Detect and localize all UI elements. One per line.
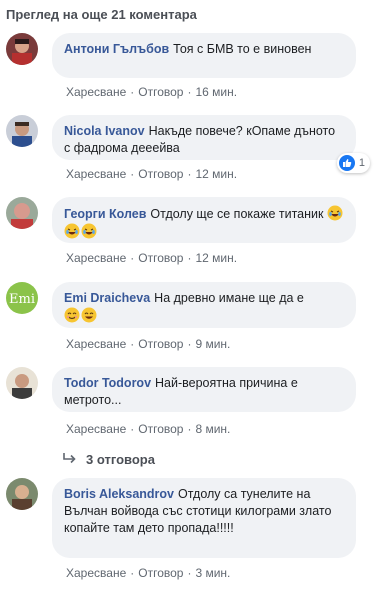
comment-actions: Харесване · Отговор · 12 мин. bbox=[66, 251, 237, 265]
comment-actions: Харесване · Отговор · 3 мин. bbox=[66, 566, 230, 580]
laughing-emoji-icon bbox=[81, 223, 97, 239]
smiling-emoji-icon bbox=[81, 307, 97, 323]
timestamp[interactable]: 12 мин. bbox=[195, 251, 237, 265]
timestamp[interactable]: 8 мин. bbox=[195, 422, 230, 436]
comment-author[interactable]: Emi Draicheva bbox=[64, 291, 150, 305]
comment-bubble: Георги Колев Отдолу ще се покаже титаник bbox=[52, 197, 356, 243]
like-button[interactable]: Харесване bbox=[66, 85, 126, 99]
smiling-emoji-icon bbox=[64, 307, 80, 323]
timestamp[interactable]: 9 мин. bbox=[195, 337, 230, 351]
timestamp[interactable]: 12 мин. bbox=[195, 167, 237, 181]
comment-item: Георги Колев Отдолу ще се покаже титаник … bbox=[6, 197, 372, 267]
comment-item: Emi Emi Draicheva На древно имане ще да е… bbox=[6, 282, 372, 352]
avatar[interactable] bbox=[6, 115, 38, 147]
replies-count: 3 отговора bbox=[86, 452, 155, 467]
comment-item: Nicola Ivanov Накъде повече? кОпаме дънот… bbox=[6, 115, 372, 185]
reply-button[interactable]: Отговор bbox=[138, 337, 183, 351]
timestamp[interactable]: 3 мин. bbox=[195, 566, 230, 580]
comment-author[interactable]: Антони Гълъбов bbox=[64, 42, 169, 56]
comment-item: Boris Aleksandrov Отдолу са тунелите на В… bbox=[6, 478, 372, 583]
separator: · bbox=[130, 422, 135, 436]
separator: · bbox=[130, 251, 135, 265]
comment-actions: Харесване · Отговор · 16 мин. bbox=[66, 85, 237, 99]
reply-button[interactable]: Отговор bbox=[138, 251, 183, 265]
like-button[interactable]: Харесване bbox=[66, 422, 126, 436]
comment-bubble: Nicola Ivanov Накъде повече? кОпаме дънот… bbox=[52, 115, 356, 160]
like-button[interactable]: Харесване bbox=[66, 337, 126, 351]
comment-item: Антони Гълъбов Тоя с БМВ то е виновен Хар… bbox=[6, 33, 372, 103]
laughing-emoji-icon bbox=[64, 223, 80, 239]
avatar[interactable] bbox=[6, 478, 38, 510]
separator: · bbox=[187, 566, 192, 580]
separator: · bbox=[187, 251, 192, 265]
comment-bubble: Boris Aleksandrov Отдолу са тунелите на В… bbox=[52, 478, 356, 558]
comment-text: Тоя с БМВ то е виновен bbox=[173, 42, 312, 56]
reply-button[interactable]: Отговор bbox=[138, 85, 183, 99]
separator: · bbox=[130, 85, 135, 99]
separator: · bbox=[187, 167, 192, 181]
comment-bubble: Антони Гълъбов Тоя с БМВ то е виновен bbox=[52, 33, 356, 78]
reply-button[interactable]: Отговор bbox=[138, 422, 183, 436]
reply-button[interactable]: Отговор bbox=[138, 566, 183, 580]
reply-arrow-icon bbox=[62, 452, 78, 467]
like-button[interactable]: Харесване bbox=[66, 566, 126, 580]
reply-button[interactable]: Отговор bbox=[138, 167, 183, 181]
comment-author[interactable]: Todor Todorov bbox=[64, 376, 151, 390]
comment-actions: Харесване · Отговор · 8 мин. bbox=[66, 422, 230, 436]
avatar[interactable]: Emi bbox=[6, 282, 38, 314]
reaction-count: 1 bbox=[358, 157, 365, 169]
like-reaction-icon bbox=[338, 155, 355, 171]
comment-author[interactable]: Boris Aleksandrov bbox=[64, 487, 174, 501]
separator: · bbox=[130, 337, 135, 351]
timestamp[interactable]: 16 мин. bbox=[195, 85, 237, 99]
separator: · bbox=[187, 422, 192, 436]
avatar[interactable] bbox=[6, 367, 38, 399]
view-more-comments-link[interactable]: Преглед на още 21 коментара bbox=[6, 7, 197, 22]
comment-author[interactable]: Nicola Ivanov bbox=[64, 124, 145, 138]
separator: · bbox=[130, 566, 135, 580]
comment-text: Отдолу ще се покаже титаник bbox=[150, 207, 324, 221]
avatar[interactable] bbox=[6, 197, 38, 229]
like-button[interactable]: Харесване bbox=[66, 251, 126, 265]
separator: · bbox=[187, 85, 192, 99]
comment-bubble: Emi Draicheva На древно имане ще да е bbox=[52, 282, 356, 328]
comment-item: Todor Todorov Най-вероятна причина е метр… bbox=[6, 367, 372, 437]
separator: · bbox=[187, 337, 192, 351]
view-replies-link[interactable]: 3 отговора bbox=[62, 452, 155, 467]
comment-bubble: Todor Todorov Най-вероятна причина е метр… bbox=[52, 367, 356, 412]
comment-actions: Харесване · Отговор · 9 мин. bbox=[66, 337, 230, 351]
comment-author[interactable]: Георги Колев bbox=[64, 207, 146, 221]
like-button[interactable]: Харесване bbox=[66, 167, 126, 181]
laughing-emoji-icon bbox=[327, 205, 343, 221]
comment-actions: Харесване · Отговор · 12 мин. bbox=[66, 167, 237, 181]
avatar[interactable] bbox=[6, 33, 38, 65]
separator: · bbox=[130, 167, 135, 181]
reaction-count-badge[interactable]: 1 bbox=[336, 153, 370, 173]
svg-text:Emi: Emi bbox=[9, 292, 35, 307]
comment-text: На древно имане ще да е bbox=[154, 291, 304, 305]
